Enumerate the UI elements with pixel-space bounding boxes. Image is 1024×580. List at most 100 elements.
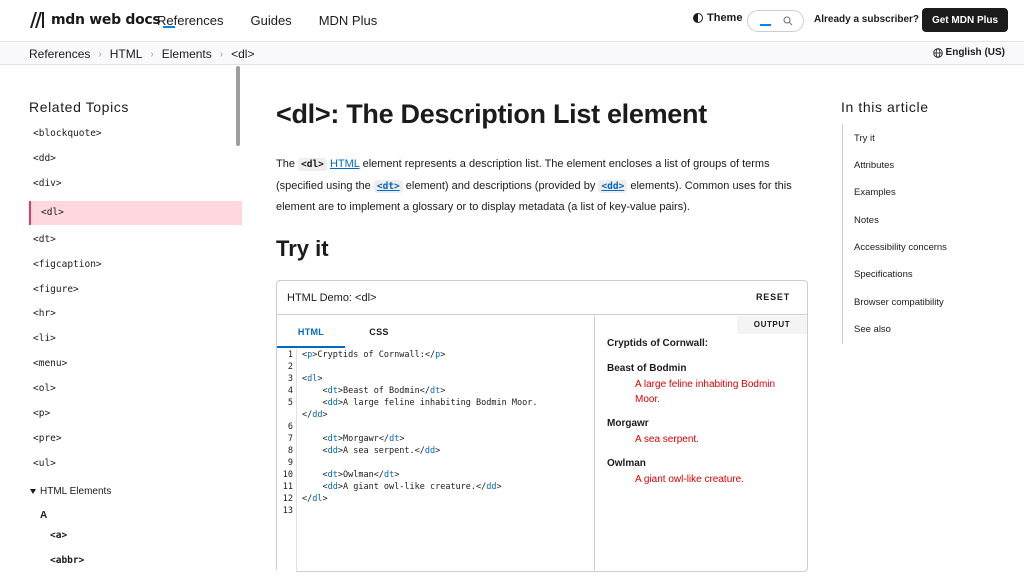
search-input[interactable] bbox=[747, 10, 804, 32]
line-number: 10 bbox=[282, 470, 293, 480]
toc-item-try-it[interactable]: Try it bbox=[854, 133, 875, 144]
line-number: 12 bbox=[282, 494, 293, 504]
code-line: <dd>A giant owl-like creature.</dd> bbox=[322, 482, 502, 492]
line-number: 9 bbox=[287, 458, 293, 468]
breadcrumb-dl[interactable]: <dl> bbox=[231, 47, 254, 61]
sidebar-item-figure[interactable]: <figure> bbox=[29, 280, 242, 300]
output-panel: OUTPUT Cryptids of Cornwall: Beast of Bo… bbox=[596, 316, 807, 572]
code-line: <dl> bbox=[302, 374, 323, 384]
output-term: Owlman bbox=[607, 458, 646, 469]
nav-guides[interactable]: Guides bbox=[250, 13, 291, 28]
sidebar-item-abbr[interactable]: <abbr> bbox=[50, 555, 84, 566]
interactive-demo: HTML Demo: <dl> RESET HTML CSS 123456789… bbox=[276, 280, 808, 572]
try-it-heading: Try it bbox=[276, 236, 329, 261]
breadcrumb-html[interactable]: HTML bbox=[110, 47, 143, 61]
theme-label: Theme bbox=[707, 12, 743, 24]
sidebar: Related Topics <blockquote> <dd> <div> <… bbox=[29, 66, 242, 580]
toc-item-specifications[interactable]: Specifications bbox=[854, 269, 913, 280]
code-line: <p>Cryptids of Cornwall:</p> bbox=[302, 350, 446, 360]
code-line: </dd> bbox=[302, 410, 328, 420]
top-navigation: mdn web docs References Guides MDN Plus … bbox=[0, 0, 1024, 42]
sidebar-item-hr[interactable]: <hr> bbox=[29, 304, 242, 324]
sidebar-item-a[interactable]: <a> bbox=[50, 530, 67, 541]
chevron-right-icon: › bbox=[219, 48, 224, 60]
mdn-logo[interactable]: mdn web docs bbox=[29, 11, 176, 29]
nav-references[interactable]: References bbox=[157, 13, 223, 28]
line-number: 1 bbox=[287, 350, 293, 360]
breadcrumb-elements[interactable]: Elements bbox=[162, 47, 212, 61]
line-number: 4 bbox=[287, 386, 293, 396]
language-selector[interactable]: English (US) bbox=[932, 47, 1005, 58]
html-link[interactable]: HTML bbox=[330, 158, 360, 170]
sidebar-item-div[interactable]: <div> bbox=[29, 174, 242, 194]
sidebar-item-pre[interactable]: <pre> bbox=[29, 429, 242, 449]
dt-link[interactable]: <dt> bbox=[373, 179, 403, 193]
line-number: 13 bbox=[282, 506, 293, 516]
code-dl: <dl> bbox=[298, 158, 327, 171]
code-line: <dd>A sea serpent.</dd> bbox=[322, 446, 441, 456]
output-description: A sea serpent. bbox=[635, 434, 699, 445]
toc-item-examples[interactable]: Examples bbox=[854, 187, 896, 198]
output-term: Morgawr bbox=[607, 418, 649, 429]
search-icon[interactable] bbox=[783, 16, 793, 26]
get-mdn-plus-button[interactable]: Get MDN Plus bbox=[922, 8, 1008, 32]
line-number: 11 bbox=[282, 482, 293, 492]
output-paragraph: Cryptids of Cornwall: bbox=[607, 338, 709, 349]
dd-link[interactable]: <dd> bbox=[598, 179, 628, 193]
code-line: <dd>A large feline inhabiting Bodmin Moo… bbox=[322, 398, 538, 408]
toc-item-notes[interactable]: Notes bbox=[854, 215, 879, 226]
chevron-right-icon: › bbox=[150, 48, 154, 60]
toc-item-attributes[interactable]: Attributes bbox=[854, 160, 894, 171]
demo-title: HTML Demo: <dl> bbox=[287, 292, 377, 304]
code-input[interactable]: <p>Cryptids of Cornwall:</p> <dl> <dt>Bea… bbox=[302, 349, 537, 517]
line-number: 5 bbox=[287, 398, 293, 408]
chevron-right-icon: › bbox=[98, 48, 102, 60]
sidebar-item-menu[interactable]: <menu> bbox=[29, 354, 242, 374]
breadcrumb-bar: References › HTML › Elements › <dl> Engl… bbox=[0, 43, 1024, 65]
output-term: Beast of Bodmin bbox=[607, 363, 687, 374]
code-line: <dt>Morgawr</dt> bbox=[322, 434, 405, 444]
sidebar-item-dl[interactable]: <dl> bbox=[29, 201, 242, 225]
triangle-down-icon bbox=[30, 489, 36, 494]
intro-paragraph: The <dl> HTML element represents a descr… bbox=[276, 158, 792, 213]
breadcrumb: References › HTML › Elements › <dl> bbox=[29, 47, 254, 61]
login-link[interactable]: Already a subscriber? bbox=[814, 14, 919, 25]
code-editor: HTML CSS 1 2 3 4 5 6 7 8 9 10 11 12 13 <p>Cryptids o… bbox=[277, 316, 595, 572]
line-number bbox=[277, 409, 296, 421]
sidebar-item-li[interactable]: <li> bbox=[29, 329, 242, 349]
sidebar-group-html-elements[interactable]: HTML Elements bbox=[29, 486, 111, 497]
sidebar-item-ol[interactable]: <ol> bbox=[29, 379, 242, 399]
sidebar-item-dt[interactable]: <dt> bbox=[29, 230, 242, 250]
output-description: A giant owl-like creature. bbox=[635, 474, 744, 485]
line-number: 7 bbox=[287, 434, 293, 444]
toc-item-see-also[interactable]: See also bbox=[854, 324, 891, 335]
toc-item-browser-compat[interactable]: Browser compatibility bbox=[854, 297, 944, 308]
editor-tabs: HTML CSS bbox=[277, 316, 595, 348]
sidebar-heading: Related Topics bbox=[29, 99, 129, 115]
sidebar-item-figcaption[interactable]: <figcaption> bbox=[29, 255, 242, 275]
theme-icon bbox=[693, 13, 703, 23]
sidebar-subgroup-a[interactable]: A bbox=[40, 510, 47, 521]
toc-heading: In this article bbox=[841, 99, 929, 115]
sidebar-group-label: HTML Elements bbox=[40, 486, 112, 497]
tab-html[interactable]: HTML bbox=[277, 316, 345, 348]
sidebar-item-dd[interactable]: <dd> bbox=[29, 149, 242, 169]
sidebar-item-blockquote[interactable]: <blockquote> bbox=[29, 124, 242, 144]
line-number: 6 bbox=[287, 422, 293, 432]
code-line: </dl> bbox=[302, 494, 328, 504]
sidebar-item-p[interactable]: <p> bbox=[29, 404, 242, 424]
sidebar-scrollbar[interactable] bbox=[236, 66, 240, 146]
line-number: 3 bbox=[287, 374, 293, 384]
language-label: English (US) bbox=[945, 47, 1005, 58]
nav-mdn-plus[interactable]: MDN Plus bbox=[319, 13, 378, 28]
code-line: <dt>Beast of Bodmin</dt> bbox=[322, 386, 446, 396]
reset-button[interactable]: RESET bbox=[756, 292, 790, 302]
toc-item-accessibility[interactable]: Accessibility concerns bbox=[854, 242, 947, 253]
theme-toggle[interactable]: Theme bbox=[693, 12, 742, 24]
tab-css[interactable]: CSS bbox=[345, 316, 413, 348]
sidebar-item-ul[interactable]: <ul> bbox=[29, 454, 242, 474]
breadcrumb-references[interactable]: References bbox=[29, 47, 90, 61]
page-title: <dl>: The Description List element bbox=[276, 99, 707, 129]
